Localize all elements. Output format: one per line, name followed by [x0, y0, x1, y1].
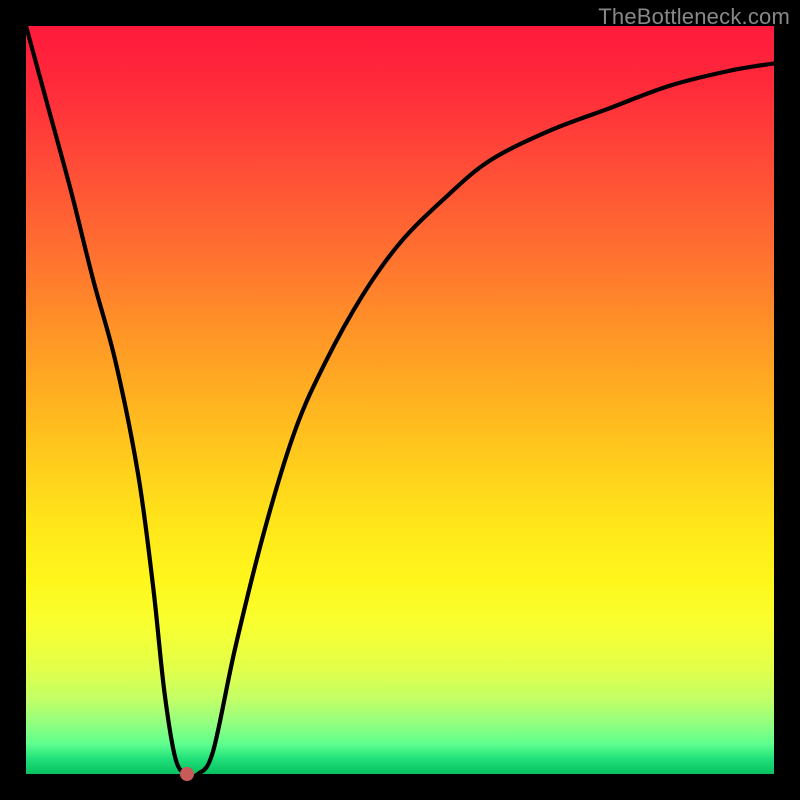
- plot-area: [26, 26, 774, 774]
- chart-frame: TheBottleneck.com: [0, 0, 800, 800]
- minimum-marker: [180, 767, 194, 781]
- bottleneck-curve: [26, 26, 774, 774]
